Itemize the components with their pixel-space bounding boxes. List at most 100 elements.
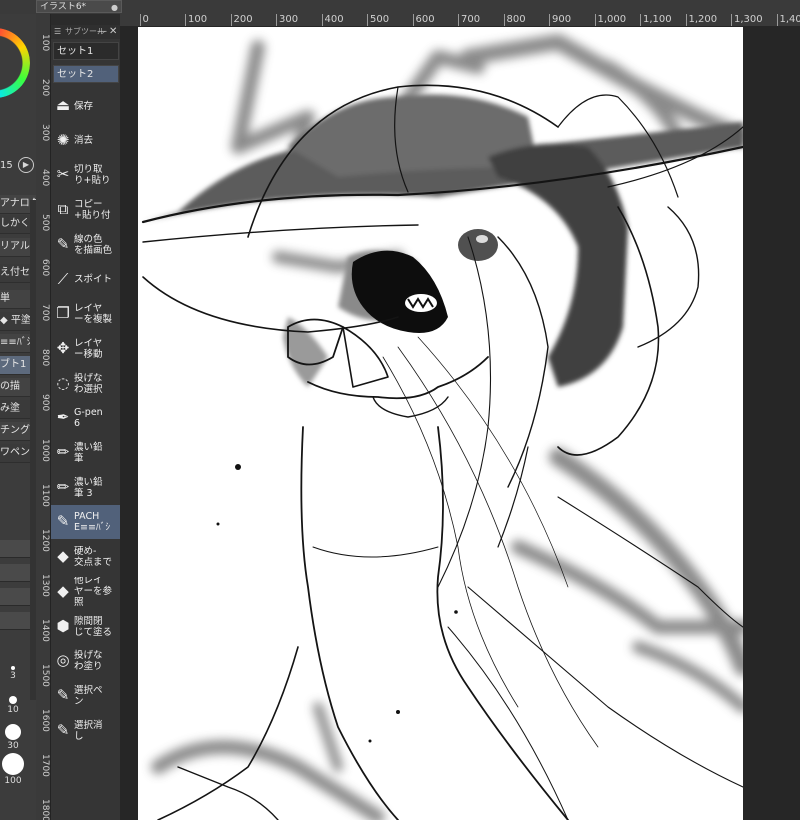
subtool-label: 他レイ ヤーを参照: [74, 576, 113, 607]
set-tab-2[interactable]: セット2: [53, 65, 119, 83]
brush-size-dot[interactable]: [2, 753, 24, 775]
subtool-button[interactable]: ◆ 他レイ ヤーを参照: [51, 575, 121, 609]
left-slider-control[interactable]: [0, 588, 30, 606]
copy-icon: ⧉: [57, 200, 69, 219]
ruler-tick-label: 400: [321, 14, 344, 26]
ruler-tick-label: 1,100: [640, 14, 672, 26]
ruler-tick-label: 1,200: [685, 14, 717, 26]
ruler-tick-label: 100: [40, 34, 50, 52]
subtool-button[interactable]: ◎ 投げな わ塗り: [51, 644, 121, 678]
subtool-label: 消去: [74, 135, 94, 147]
pen-icon: ✒: [56, 408, 70, 427]
subtool-button[interactable]: ✎ 選択ペ ン: [51, 679, 121, 713]
subtool-label: 保存: [74, 100, 94, 112]
ruler-tick-label: 1200: [40, 529, 50, 552]
panel-close-button[interactable]: ✕: [109, 25, 117, 39]
eyedropper-icon: ⟋: [57, 269, 69, 288]
subtool-label: 投げな わ選択: [74, 372, 103, 395]
subtool-button[interactable]: ✺ 消去: [51, 124, 121, 158]
eraser-icon: ◆: [57, 547, 69, 566]
line-color-icon: ✎: [56, 234, 70, 253]
clear-icon: ✺: [56, 130, 70, 149]
subtool-label: レイヤ ーを複製: [74, 303, 113, 326]
document-tab-pin-icon: ●: [111, 3, 118, 12]
lasso-icon: ◌: [56, 373, 70, 392]
brush-size-value: 15: [0, 160, 13, 171]
brush-size-label: 30: [7, 741, 19, 751]
subtool-button[interactable]: ❐ レイヤ ーを複製: [51, 297, 121, 331]
subtool-button[interactable]: ✒ G-pen 6: [51, 401, 121, 435]
ruler-tick-label: 1,000: [594, 14, 626, 26]
subtool-button[interactable]: ⬢ 隙間閉 じて塗る: [51, 610, 121, 644]
subtool-button[interactable]: ✎ 選択消 し: [51, 714, 121, 748]
brush-size-label: 3: [10, 671, 16, 681]
ruler-tick-label: 1000: [40, 439, 50, 462]
brush-size-label: 10: [7, 705, 19, 715]
panel-menu-icon[interactable]: ☰: [54, 28, 62, 36]
selection-erase-icon: ✎: [56, 720, 70, 739]
set-tab-1[interactable]: セット1: [53, 42, 119, 60]
subtool-button[interactable]: ◌ 投げな わ選択: [51, 367, 121, 401]
subtool-button[interactable]: ◆ 硬め- 交点まで: [51, 540, 121, 574]
panel-minimize-button[interactable]: —: [97, 25, 107, 39]
subtool-label: 隙間閉 じて塗る: [74, 615, 113, 638]
subtool-button[interactable]: ✎ PACH E≡≡ﾊﾞｼ: [51, 505, 121, 540]
ruler-tick-label: 800: [503, 14, 526, 26]
subtool-label: 硬め- 交点まで: [74, 546, 113, 569]
left-slider-control[interactable]: [0, 612, 30, 630]
ruler-tick-label: 1300: [40, 574, 50, 597]
subtool-button[interactable]: ✏ 濃い鉛 筆: [51, 436, 121, 470]
brush-size-dot[interactable]: [9, 696, 17, 704]
ruler-tick-label: 1,300: [731, 14, 763, 26]
subtool-label: 濃い鉛 筆: [74, 442, 103, 464]
subtool-label: 選択消 し: [74, 719, 103, 742]
subtool-button[interactable]: ✏ 濃い鉛 筆 3: [51, 471, 121, 505]
subtool-label: 切り取 り+貼り: [74, 164, 111, 187]
subtool-label: コピー +貼り付: [74, 199, 111, 222]
subtool-button[interactable]: ✥ レイヤ ー移動: [51, 332, 121, 366]
subtool-label: 選択ペ ン: [74, 684, 103, 707]
subtool-button[interactable]: ✎ 線の色 を描画色: [51, 228, 121, 262]
ruler-tick-label: 1500: [40, 664, 50, 687]
ruler-tick-label: 500: [367, 14, 389, 26]
ruler-tick-label: 900: [40, 394, 50, 412]
ruler-tick-label: 100: [185, 14, 207, 26]
brush-size-label: 100: [4, 776, 22, 786]
ruler-tick-label: 500: [40, 214, 50, 232]
ruler-tick-label: 700: [458, 14, 480, 26]
subtool-button[interactable]: ⧉ コピー +貼り付: [51, 193, 121, 227]
play-icon[interactable]: ▶: [18, 157, 34, 173]
ruler-tick-label: 800: [40, 349, 50, 367]
ruler-tick-label: 300: [40, 124, 50, 142]
ruler-tick-label: 900: [549, 14, 571, 26]
canvas-background-right: [743, 27, 800, 820]
pencil-icon: ✏: [56, 443, 70, 461]
cut-icon: ✂: [56, 165, 70, 184]
ruler-tick-label: 1700: [40, 754, 50, 777]
subtool-panel: サブツール ☰ — ✕ セット1 セット2 ⏏ 保存 ✺ 消去 ✂ 切り取 り+貼り ⧉ コピ…: [50, 25, 121, 820]
ruler-tick-label: 1100: [40, 484, 50, 507]
layer-duplicate-icon: ❐: [56, 304, 70, 323]
selection-pen-icon: ✎: [56, 685, 70, 704]
subtool-button[interactable]: ⟋ スポイト: [51, 263, 121, 297]
drawing-canvas[interactable]: [138, 27, 743, 820]
save-icon: ⏏: [55, 96, 71, 114]
sketch-artwork: [141, 34, 743, 820]
subtool-button[interactable]: ⏏ 保存: [51, 89, 121, 123]
ruler-tick-label: 1,400: [776, 14, 800, 26]
layer-move-icon: ✥: [56, 338, 70, 357]
left-slider-control[interactable]: [0, 540, 30, 558]
fill-icon: ◆: [57, 581, 69, 600]
left-slider-control[interactable]: [0, 564, 30, 582]
brush-size-dot[interactable]: [11, 666, 15, 670]
pencil-icon: ✏: [56, 477, 70, 496]
lasso-fill-icon: ◎: [56, 651, 70, 670]
subtool-label: 投げな わ塗り: [74, 650, 103, 673]
ruler-tick-label: 1400: [40, 619, 50, 642]
subtool-button[interactable]: ✂ 切り取 り+貼り: [51, 158, 121, 192]
brush-size-dot[interactable]: [5, 724, 21, 740]
document-tab[interactable]: イラスト6* ●: [36, 0, 122, 13]
ruler-tick-label: 700: [40, 304, 50, 322]
ruler-tick-label: 600: [40, 259, 50, 277]
ruler-tick-label: 0: [139, 14, 149, 26]
